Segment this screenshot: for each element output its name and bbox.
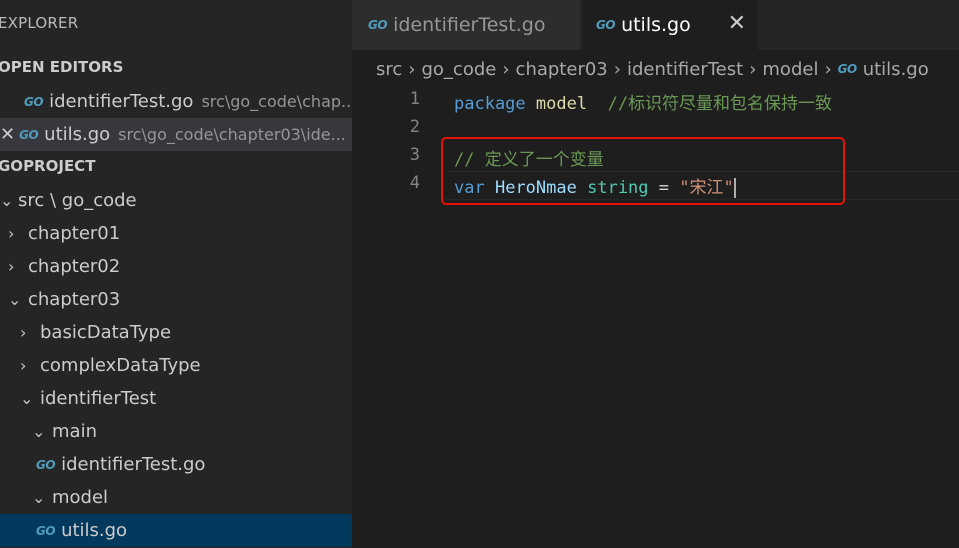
tree-item-label: chapter01 (28, 223, 121, 244)
chevron-right-icon: › (8, 224, 15, 243)
tab-label: utils.go (621, 14, 691, 36)
breadcrumb-item[interactable]: src (376, 59, 402, 80)
goproject-header[interactable]: GOPROJECT (0, 157, 95, 175)
tree-item-basicdatatype[interactable]: › basicDataType (0, 316, 352, 349)
tab-utils-go[interactable]: GO utils.go ✕ (582, 0, 758, 50)
open-editor-item-identifiertest[interactable]: GO identifierTest.go src\go_code\chap... (0, 85, 352, 118)
tree-item-chapter01[interactable]: › chapter01 (0, 217, 352, 250)
tree-item-identifiertest-go[interactable]: GO identifierTest.go (0, 448, 352, 481)
chevron-right-icon: › (613, 58, 621, 80)
breadcrumb-item[interactable]: utils.go (863, 59, 929, 80)
chevron-down-icon: ⌄ (0, 191, 14, 210)
chevron-down-icon: ⌄ (32, 488, 46, 507)
code-editor[interactable]: 1 package model //标识符尽量和包名保持一致 2 3 // 定义… (352, 84, 959, 548)
tree-item-label: identifierTest.go (61, 454, 206, 475)
comment: //标识符尽量和包名保持一致 (607, 94, 833, 114)
tree-item-identifiertest[interactable]: ⌄ identifierTest (0, 382, 352, 415)
tree-item-model[interactable]: ⌄ model (0, 481, 352, 514)
code-line-1[interactable]: package model //标识符尽量和包名保持一致 (454, 89, 832, 114)
chevron-right-icon: › (749, 58, 757, 80)
go-file-icon: GO (36, 457, 56, 472)
close-icon[interactable]: ✕ (0, 124, 15, 145)
open-editor-path: src\go_code\chapter03\ide... (118, 125, 346, 144)
go-file-icon: GO (368, 18, 388, 32)
tab-label: identifierTest.go (393, 14, 546, 36)
go-file-icon: GO (36, 523, 56, 538)
chevron-down-icon: ⌄ (8, 290, 22, 309)
tree-item-label: src \ go_code (18, 190, 137, 211)
tree-item-chapter02[interactable]: › chapter02 (0, 250, 352, 283)
go-file-icon: GO (596, 18, 616, 32)
chevron-right-icon: › (20, 356, 27, 375)
tree-item-chapter03[interactable]: ⌄ chapter03 (0, 283, 352, 316)
line-number: 4 (409, 173, 420, 193)
tree-item-label: utils.go (61, 520, 128, 541)
chevron-right-icon: › (8, 257, 15, 276)
open-editors-header[interactable]: OPEN EDITORS (0, 58, 123, 76)
chevron-right-icon: › (20, 323, 27, 342)
tree-item-label: basicDataType (40, 322, 172, 343)
open-editor-path: src\go_code\chap... (201, 92, 352, 111)
keyword: package (454, 94, 526, 114)
chevron-right-icon: › (408, 58, 416, 80)
breadcrumb-item[interactable]: chapter03 (516, 59, 608, 80)
tree-item-label: chapter02 (28, 256, 121, 277)
breadcrumb-item[interactable]: go_code (421, 59, 496, 80)
explorer-title: EXPLORER (0, 14, 79, 32)
annotation-highlight-box (441, 137, 845, 205)
line-number: 1 (409, 89, 420, 109)
tree-item-label: chapter03 (28, 289, 121, 310)
tree-item-complexdatatype[interactable]: › complexDataType (0, 349, 352, 382)
breadcrumb: src › go_code › chapter03 › identifierTe… (376, 56, 929, 82)
tab-identifiertest-go[interactable]: GO identifierTest.go (352, 0, 580, 50)
line-number: 3 (409, 145, 420, 165)
close-icon[interactable]: ✕ (728, 11, 746, 36)
explorer-sidebar: EXPLORER OPEN EDITORS GO identifierTest.… (0, 0, 352, 548)
go-file-icon: GO (837, 62, 858, 76)
chevron-down-icon: ⌄ (20, 389, 34, 408)
tree-item-label: identifierTest (40, 388, 157, 409)
chevron-right-icon: › (502, 58, 510, 80)
tree-item-main[interactable]: ⌄ main (0, 415, 352, 448)
tree-item-src-go-code[interactable]: ⌄ src \ go_code (0, 184, 352, 217)
tree-item-label: main (52, 421, 97, 442)
breadcrumb-item[interactable]: identifierTest (627, 59, 743, 80)
breadcrumb-item[interactable]: model (762, 59, 818, 80)
tree-item-utils-go[interactable]: GO utils.go (0, 514, 352, 547)
open-editor-item-utils[interactable]: ✕ GO utils.go src\go_code\chapter03\ide.… (0, 118, 352, 151)
go-file-icon: GO (19, 127, 39, 142)
open-editor-name: utils.go (44, 124, 111, 145)
open-editor-name: identifierTest.go (49, 91, 194, 112)
go-file-icon: GO (24, 94, 44, 109)
line-number: 2 (409, 117, 420, 137)
package-name: model (535, 94, 588, 114)
tree-item-label: complexDataType (40, 355, 201, 376)
editor-tab-bar: GO identifierTest.go GO utils.go ✕ (352, 0, 959, 50)
chevron-right-icon: › (824, 58, 832, 80)
chevron-down-icon: ⌄ (32, 422, 46, 441)
tree-item-label: model (52, 487, 109, 508)
